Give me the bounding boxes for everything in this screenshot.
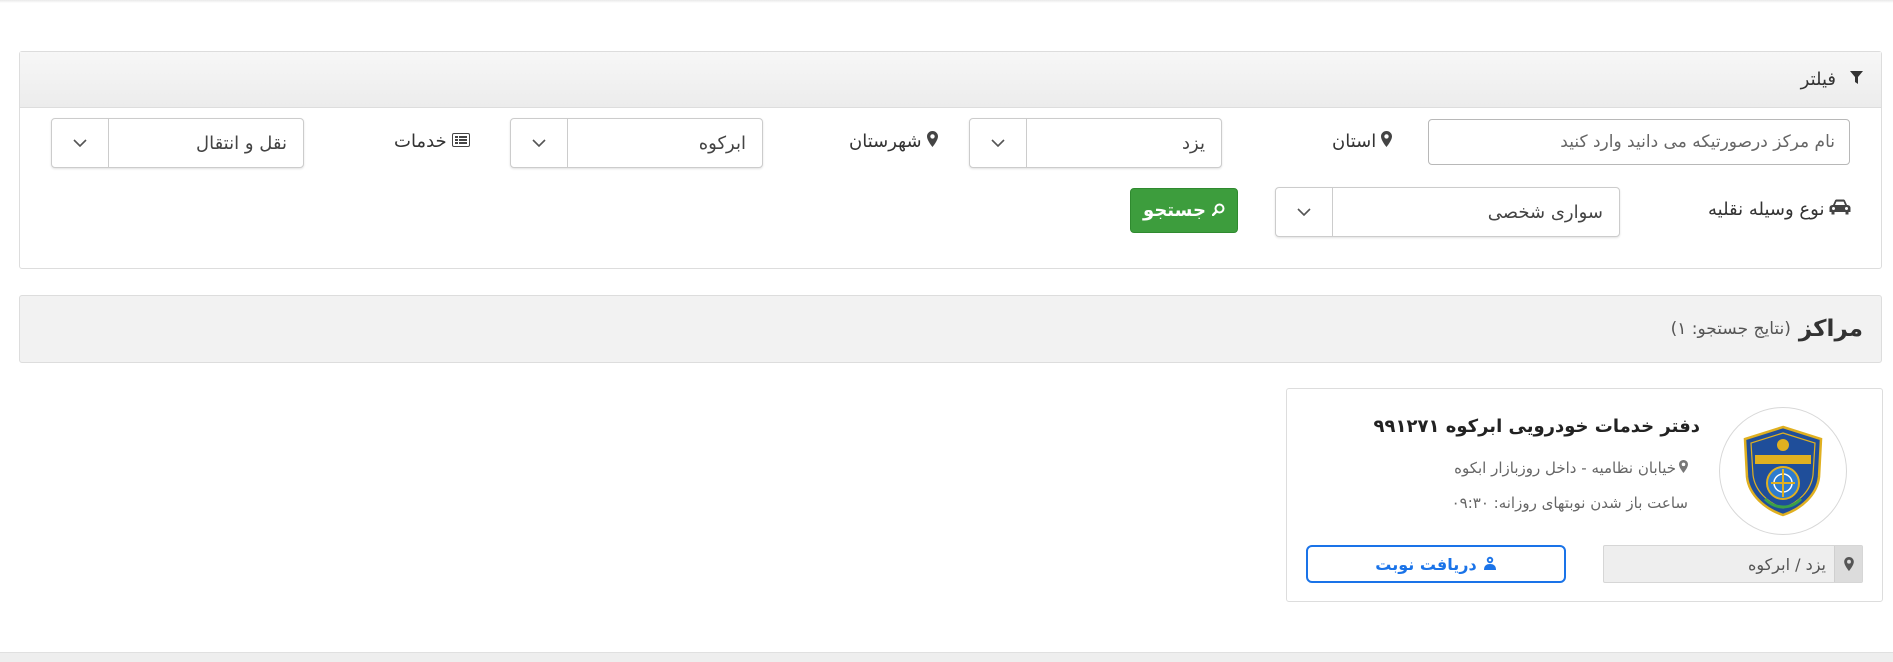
services-select[interactable]: نقل و انتقال <box>51 118 304 168</box>
chevron-down-icon[interactable] <box>511 119 568 167</box>
user-icon <box>1483 555 1497 574</box>
list-icon <box>451 131 470 152</box>
get-appointment-button[interactable]: دریافت نوبت <box>1306 545 1566 583</box>
center-location: یزد / ابرکوه <box>1603 545 1863 583</box>
car-icon <box>1829 199 1851 220</box>
chevron-down-icon[interactable] <box>970 119 1027 167</box>
top-shadow <box>0 0 1893 3</box>
results-count: (نتایج جستجو: ۱) <box>1670 319 1791 339</box>
city-select[interactable]: ابرکوه <box>510 118 763 168</box>
chevron-down-icon[interactable] <box>1276 188 1333 236</box>
center-name-input[interactable] <box>1428 119 1850 165</box>
map-marker-icon <box>1381 131 1393 152</box>
filter-header[interactable]: فیلتر <box>20 52 1881 108</box>
province-select[interactable]: یزد <box>969 118 1222 168</box>
services-label: خدمات <box>394 131 470 152</box>
vehicle-type-label: نوع وسیله نقلیه <box>1708 199 1851 220</box>
center-address: خیابان نظامیه - داخل روزبازار ابکوه <box>1454 459 1688 477</box>
map-marker-icon <box>926 131 938 152</box>
search-button[interactable]: جستجو <box>1130 188 1238 233</box>
center-hours: ساعت باز شدن نوبتهای روزانه: ۰۹:۳۰ <box>1451 494 1688 512</box>
vehicle-type-select[interactable]: سواری شخصی <box>1275 187 1620 237</box>
filter-title: فیلتر <box>1800 69 1836 90</box>
center-name[interactable]: دفتر خدمات خودرویی ابرکوه ۹۹۱۲۷۱ <box>1374 416 1700 437</box>
city-value: ابرکوه <box>698 132 746 154</box>
vehicle-type-value: سواری شخصی <box>1487 201 1603 223</box>
center-card: دفتر خدمات خودرویی ابرکوه ۹۹۱۲۷۱ خیابان … <box>1286 388 1883 602</box>
services-value: نقل و انتقال <box>196 132 287 154</box>
traffic-police-logo <box>1719 407 1847 535</box>
page-footer-edge <box>0 652 1893 662</box>
city-label: شهرستان <box>849 131 938 152</box>
map-marker-icon <box>1679 459 1688 477</box>
chevron-down-icon[interactable] <box>52 119 109 167</box>
center-location-text: یزد / ابرکوه <box>1748 554 1826 574</box>
search-icon <box>1211 200 1225 221</box>
province-label: استان <box>1332 131 1393 152</box>
filter-icon <box>1850 70 1863 89</box>
map-marker-icon <box>1834 546 1862 582</box>
results-title: مراکز <box>1798 316 1863 342</box>
results-header: مراکز (نتایج جستجو: ۱) <box>19 295 1882 363</box>
province-value: یزد <box>1182 132 1205 154</box>
